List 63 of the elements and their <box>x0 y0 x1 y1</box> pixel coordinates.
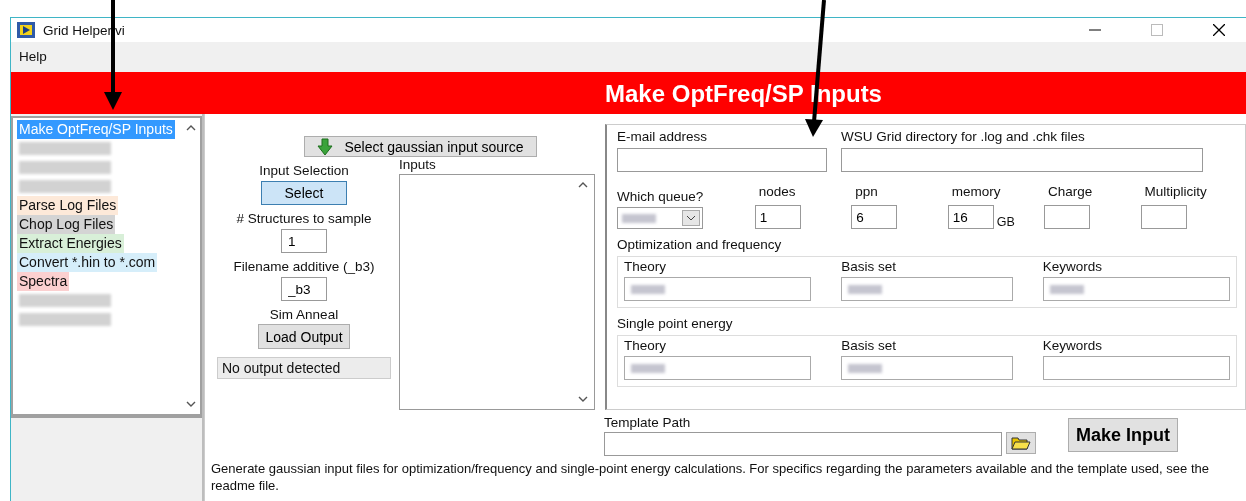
parameter-label: memory <box>950 184 1001 199</box>
field-label: Basis set <box>841 259 898 274</box>
filename-additive-field[interactable]: _b3 <box>281 277 327 301</box>
text-field[interactable] <box>1042 277 1230 301</box>
text-field[interactable] <box>841 277 1013 301</box>
close-icon[interactable] <box>1213 24 1225 36</box>
app-icon <box>17 22 35 38</box>
sidebar-item[interactable]: Extract Energies <box>17 234 124 253</box>
inputs-list[interactable] <box>399 174 595 410</box>
field-label: Keywords <box>1042 338 1103 353</box>
sidebar-item[interactable]: Convert *.hin to *.com <box>17 253 158 272</box>
queue-label: Which queue? <box>617 189 705 204</box>
parameter-field[interactable]: 16 <box>947 205 994 229</box>
field-label: Keywords <box>1042 259 1103 274</box>
parameter-field[interactable]: 6 <box>851 205 898 229</box>
parameter-label: ppn <box>854 184 878 199</box>
text-field[interactable] <box>841 356 1013 380</box>
parameter-field[interactable] <box>1140 205 1187 229</box>
text-field[interactable] <box>1042 356 1230 380</box>
scroll-up-icon[interactable] <box>578 181 588 188</box>
group-title: Optimization and frequency <box>617 237 783 252</box>
text-field[interactable] <box>624 277 812 301</box>
scroll-down-icon[interactable] <box>578 396 588 403</box>
sidebar-item[interactable]: Parse Log Files <box>17 196 119 215</box>
scroll-up-icon[interactable] <box>186 124 196 131</box>
scroll-down-icon[interactable] <box>186 401 196 408</box>
caret-icon <box>682 210 700 226</box>
text-field[interactable] <box>624 356 812 380</box>
select-source-button[interactable]: Select gaussian input source <box>303 136 537 157</box>
directory-label: WSU Grid directory for .log and .chk files <box>841 129 1086 144</box>
directory-field[interactable] <box>841 148 1203 172</box>
sim-anneal-label: Sim Anneal <box>269 307 339 322</box>
make-input-button[interactable]: Make Input <box>1068 418 1178 452</box>
inputs-label: Inputs <box>399 157 437 172</box>
parameter-field[interactable]: 1 <box>754 205 801 229</box>
field-label: Theory <box>624 338 668 353</box>
parameter-label: Multiplicity <box>1143 184 1207 199</box>
structures-label: # Structures to sample <box>236 211 372 226</box>
field-label: Basis set <box>841 338 898 353</box>
parameter-field[interactable] <box>1044 205 1091 229</box>
email-field[interactable] <box>617 148 827 172</box>
group-title: Single point energy <box>617 316 734 331</box>
select-button[interactable]: Select <box>261 181 347 205</box>
email-label: E-mail address <box>617 129 709 144</box>
browse-button[interactable] <box>1006 432 1036 454</box>
load-output-button[interactable]: Load Output <box>258 324 350 349</box>
status-indicator: No output detected <box>217 357 391 379</box>
input-selection-label: Input Selection <box>259 163 349 178</box>
description-text: Generate gaussian input files for optimization/frequency and single-point energy calculations. For specifics regarding the parameters available and the template used, see the readme file. <box>211 460 1210 494</box>
field-label: Theory <box>624 259 668 274</box>
queue-dropdown[interactable] <box>617 207 703 229</box>
maximize-icon[interactable] <box>1151 24 1163 36</box>
template-path-label: Template Path <box>604 415 692 430</box>
sidebar-item[interactable]: Spectra <box>17 272 70 291</box>
down-arrow-icon <box>316 137 333 156</box>
filename-additive-label: Filename additive (_b3) <box>233 259 375 274</box>
template-path-field[interactable] <box>604 432 1002 456</box>
sidebar-item[interactable]: Chop Log Files <box>17 215 116 234</box>
menu-item[interactable]: Help <box>19 48 47 64</box>
parameter-label: nodes <box>757 184 796 199</box>
parameter-label: Charge <box>1047 184 1093 199</box>
structures-field[interactable]: 1 <box>281 229 327 253</box>
unit-label: GB <box>996 215 1015 229</box>
